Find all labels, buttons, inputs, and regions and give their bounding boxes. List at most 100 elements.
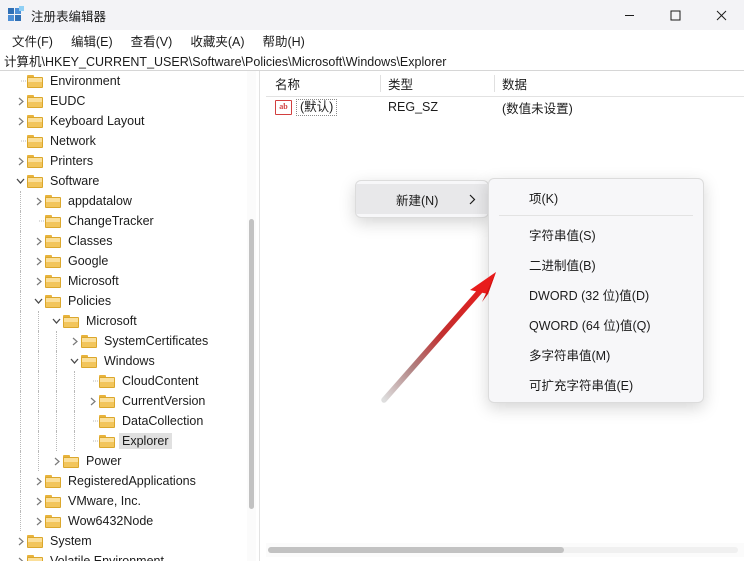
context-menu-separator	[499, 215, 693, 216]
column-type[interactable]: 类型	[388, 71, 413, 96]
chevron-right-icon[interactable]	[32, 511, 45, 531]
context-submenu-item-new-qword-64-value[interactable]: QWORD (64 位)值(Q)	[489, 309, 703, 339]
tree-guide-line	[20, 311, 22, 331]
chevron-right-icon[interactable]	[32, 231, 45, 251]
folder-icon	[27, 94, 43, 108]
maximize-button[interactable]	[652, 0, 698, 30]
tree-item-eudc[interactable]: EUDC	[0, 91, 252, 111]
tree-item-label: ChangeTracker	[68, 214, 154, 228]
column-divider-2[interactable]	[494, 75, 495, 92]
tree-guide-line	[20, 431, 22, 451]
column-data[interactable]: 数据	[502, 71, 527, 96]
column-name[interactable]: 名称	[275, 71, 300, 96]
tree-guide-line	[20, 391, 22, 411]
chevron-right-icon[interactable]	[86, 391, 99, 411]
folder-icon	[45, 514, 61, 528]
tree-item-cloudcontent[interactable]: CloudContent	[0, 371, 252, 391]
tree-item-keyboard-layout[interactable]: Keyboard Layout	[0, 111, 252, 131]
list-horizontal-scrollbar[interactable]	[266, 543, 744, 557]
chevron-down-icon[interactable]	[14, 171, 27, 191]
context-menu-item-new-label: 新建(N)	[396, 193, 439, 208]
value-name-cell[interactable]: ab (默认)	[275, 96, 338, 118]
menu-bar: 文件(F) 编辑(E) 查看(V) 收藏夹(A) 帮助(H)	[0, 30, 744, 50]
tree-item-currentversion[interactable]: CurrentVersion	[0, 391, 252, 411]
column-divider-1[interactable]	[380, 75, 381, 92]
menu-favorites[interactable]: 收藏夹(A)	[181, 29, 253, 52]
tree-item-datacollection[interactable]: DataCollection	[0, 411, 252, 431]
window-title: 注册表编辑器	[31, 9, 107, 24]
tree-item-volatile-environment[interactable]: Volatile Environment	[0, 551, 252, 561]
chevron-right-icon[interactable]	[14, 531, 27, 551]
chevron-right-icon[interactable]	[14, 111, 27, 131]
tree-item-network[interactable]: Network	[0, 131, 252, 151]
tree-item-power[interactable]: Power	[0, 451, 252, 471]
tree-item-classes[interactable]: Classes	[0, 231, 252, 251]
tree-item-label: appdatalow	[68, 194, 132, 208]
tree-item-system[interactable]: System	[0, 531, 252, 551]
close-button[interactable]	[698, 0, 744, 30]
context-menu-item-new[interactable]: 新建(N)	[356, 184, 488, 214]
chevron-right-icon[interactable]	[14, 151, 27, 171]
value-name-text: (默认)	[296, 98, 338, 116]
registry-icon	[8, 6, 24, 23]
value-type-cell: REG_SZ	[388, 100, 439, 114]
tree-item-changetracker[interactable]: ChangeTracker	[0, 211, 252, 231]
minimize-button[interactable]	[606, 0, 652, 30]
chevron-right-icon[interactable]	[32, 251, 45, 271]
chevron-down-icon[interactable]	[68, 351, 81, 371]
chevron-down-icon[interactable]	[32, 291, 45, 311]
tree-item-vmware-inc[interactable]: VMware, Inc.	[0, 491, 252, 511]
table-row[interactable]: ab (默认) REG_SZ (数值未设置)	[266, 96, 744, 118]
registry-tree-pane[interactable]: Environment EUDC Keyboard Layout Network Pri…	[0, 71, 259, 561]
chevron-right-icon[interactable]	[32, 271, 45, 291]
tree-guide-line	[20, 471, 22, 491]
chevron-right-icon[interactable]	[32, 191, 45, 211]
tree-item-google[interactable]: Google	[0, 251, 252, 271]
tree-item-policies[interactable]: Policies	[0, 291, 252, 311]
tree-item-systemcertificates[interactable]: SystemCertificates	[0, 331, 252, 351]
chevron-right-icon[interactable]	[68, 331, 81, 351]
tree-vertical-scrollbar[interactable]	[247, 71, 256, 561]
tree-item-label: Volatile Environment	[50, 554, 164, 561]
context-submenu-item-new-dword-32-value[interactable]: DWORD (32 位)值(D)	[489, 279, 703, 309]
chevron-right-icon[interactable]	[32, 471, 45, 491]
chevron-down-icon[interactable]	[50, 311, 63, 331]
tree-item-explorer[interactable]: Explorer	[0, 431, 252, 451]
chevron-right-icon	[469, 184, 476, 214]
menu-file[interactable]: 文件(F)	[3, 29, 62, 52]
address-bar[interactable]: 计算机\HKEY_CURRENT_USER\Software\Policies\…	[0, 50, 744, 70]
chevron-right-icon[interactable]	[50, 451, 63, 471]
tree-scrollbar-thumb[interactable]	[249, 219, 254, 509]
tree-item-label: EUDC	[50, 94, 86, 108]
menu-view[interactable]: 查看(V)	[122, 29, 182, 52]
folder-icon	[45, 294, 61, 308]
tree-item-appdatalow[interactable]: appdatalow	[0, 191, 252, 211]
tree-item-registeredapplications[interactable]: RegisteredApplications	[0, 471, 252, 491]
tree-item-microsoft[interactable]: Microsoft	[0, 311, 252, 331]
tree-item-label: Wow6432Node	[68, 514, 154, 528]
context-submenu-new: 项(K) 字符串值(S) 二进制值(B) DWORD (32 位)值(D) QWORD …	[488, 178, 704, 403]
tree-item-label: DataCollection	[122, 414, 204, 428]
context-submenu-item-new-string-value[interactable]: 字符串值(S)	[489, 219, 703, 249]
chevron-right-icon[interactable]	[14, 91, 27, 111]
tree-item-software[interactable]: Software	[0, 171, 252, 191]
tree-guide-line	[74, 411, 76, 431]
tree-item-environment[interactable]: Environment	[0, 71, 252, 91]
tree-item-windows[interactable]: Windows	[0, 351, 252, 371]
tree-item-microsoft[interactable]: Microsoft	[0, 271, 252, 291]
context-submenu-item-new-expandable-string-value[interactable]: 可扩充字符串值(E)	[489, 369, 703, 399]
tree-item-label: Power	[86, 454, 122, 468]
tree-item-label: Google	[68, 254, 109, 268]
chevron-right-icon[interactable]	[32, 491, 45, 511]
tree-item-wow6432node[interactable]: Wow6432Node	[0, 511, 252, 531]
tree-guide-line	[38, 331, 40, 351]
context-submenu-item-new-multi-string-value[interactable]: 多字符串值(M)	[489, 339, 703, 369]
tree-item-label: System	[50, 534, 92, 548]
list-scrollbar-thumb[interactable]	[268, 547, 564, 553]
context-submenu-item-new-key[interactable]: 项(K)	[489, 182, 703, 212]
tree-item-printers[interactable]: Printers	[0, 151, 252, 171]
menu-help[interactable]: 帮助(H)	[253, 29, 313, 52]
menu-edit[interactable]: 编辑(E)	[62, 29, 122, 52]
context-submenu-item-new-binary-value[interactable]: 二进制值(B)	[489, 249, 703, 279]
chevron-right-icon[interactable]	[14, 551, 27, 561]
